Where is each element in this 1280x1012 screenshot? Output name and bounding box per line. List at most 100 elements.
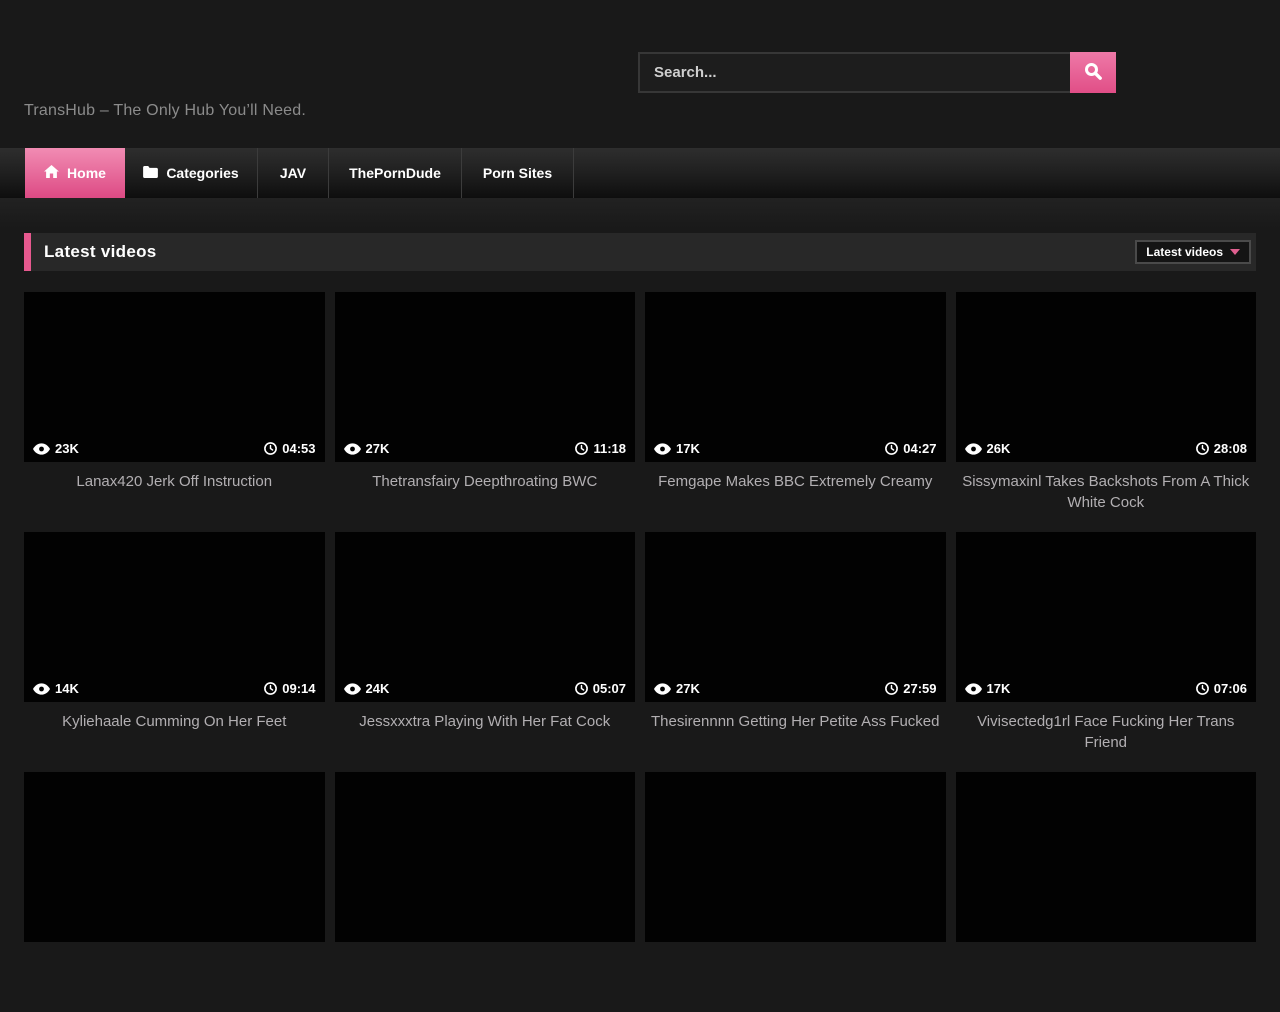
video-stats: 17K 04:27 xyxy=(654,441,937,456)
video-card[interactable]: 24K 05:07 Jessxxxtra Playing With Her Fa… xyxy=(335,532,636,772)
video-stats: 27K 11:18 xyxy=(344,441,627,456)
clock-icon xyxy=(264,682,277,695)
clock-icon xyxy=(575,682,588,695)
video-card[interactable] xyxy=(956,772,1257,1012)
video-thumbnail[interactable] xyxy=(645,772,946,942)
video-card[interactable] xyxy=(335,772,636,1012)
views-count: 17K xyxy=(987,681,1011,696)
duration-stat: 07:06 xyxy=(1196,681,1247,696)
video-card[interactable]: 17K 07:06 Vivisectedg1rl Face Fucking He… xyxy=(956,532,1257,772)
video-card[interactable]: 17K 04:27 Femgape Makes BBC Extremely Cr… xyxy=(645,292,946,532)
video-thumbnail[interactable]: 23K 04:53 xyxy=(24,292,325,462)
video-thumbnail[interactable]: 14K 09:14 xyxy=(24,532,325,702)
home-icon xyxy=(44,165,59,181)
video-card[interactable]: 27K 27:59 Thesirennnn Getting Her Petite… xyxy=(645,532,946,772)
search-button[interactable] xyxy=(1070,52,1116,93)
duration-stat: 05:07 xyxy=(575,681,626,696)
views-stat: 23K xyxy=(33,441,79,456)
video-title[interactable]: Sissymaxinl Takes Backshots From A Thick… xyxy=(956,471,1257,513)
clock-icon xyxy=(1196,682,1209,695)
video-title[interactable]: Kyliehaale Cumming On Her Feet xyxy=(24,711,325,732)
duration-stat: 28:08 xyxy=(1196,441,1247,456)
video-card[interactable]: 27K 11:18 Thetransfairy Deepthroating BW… xyxy=(335,292,636,532)
search-bar xyxy=(638,52,1116,93)
nav-item-label: JAV xyxy=(280,165,306,181)
video-thumbnail[interactable]: 24K 05:07 xyxy=(335,532,636,702)
video-thumbnail[interactable]: 26K 28:08 xyxy=(956,292,1257,462)
video-thumbnail[interactable] xyxy=(24,772,325,942)
duration-stat: 09:14 xyxy=(264,681,315,696)
nav-item-label: Porn Sites xyxy=(483,165,552,181)
nav-shadow xyxy=(0,198,1280,228)
video-title[interactable]: Thesirennnn Getting Her Petite Ass Fucke… xyxy=(645,711,946,732)
video-title[interactable]: Jessxxxtra Playing With Her Fat Cock xyxy=(335,711,636,732)
video-thumbnail[interactable] xyxy=(956,772,1257,942)
eye-icon xyxy=(33,443,50,455)
section-accent-bar xyxy=(24,233,31,271)
site-tagline: TransHub – The Only Hub You’ll Need. xyxy=(24,102,306,120)
nav-item-porn-sites[interactable]: Porn Sites xyxy=(462,148,574,198)
video-stats: 14K 09:14 xyxy=(33,681,316,696)
duration-text: 11:18 xyxy=(593,441,626,456)
section-title: Latest videos xyxy=(44,242,157,262)
views-count: 23K xyxy=(55,441,79,456)
duration-text: 04:27 xyxy=(903,441,936,456)
clock-icon xyxy=(885,682,898,695)
folder-icon xyxy=(143,165,158,181)
section-header: Latest videos Latest videos xyxy=(24,233,1256,271)
views-count: 26K xyxy=(987,441,1011,456)
main-content: Latest videos Latest videos 23K 04:53 xyxy=(0,233,1280,1012)
views-stat: 26K xyxy=(965,441,1011,456)
video-title[interactable]: Femgape Makes BBC Extremely Creamy xyxy=(645,471,946,492)
video-card[interactable] xyxy=(24,772,325,1012)
video-thumbnail[interactable]: 27K 11:18 xyxy=(335,292,636,462)
duration-text: 28:08 xyxy=(1214,441,1247,456)
search-input[interactable] xyxy=(638,52,1070,93)
nav-item-home[interactable]: Home xyxy=(25,148,125,198)
video-title[interactable]: Thetransfairy Deepthroating BWC xyxy=(335,471,636,492)
video-thumbnail[interactable]: 27K 27:59 xyxy=(645,532,946,702)
nav-item-theporndude[interactable]: ThePornDude xyxy=(329,148,462,198)
video-thumbnail[interactable] xyxy=(335,772,636,942)
video-card[interactable]: 14K 09:14 Kyliehaale Cumming On Her Feet xyxy=(24,532,325,772)
main-nav: Home Categories JAV ThePornDude Porn Sit… xyxy=(0,148,1280,198)
clock-icon xyxy=(885,442,898,455)
views-count: 24K xyxy=(366,681,390,696)
video-card[interactable]: 23K 04:53 Lanax420 Jerk Off Instruction xyxy=(24,292,325,532)
video-card[interactable]: 26K 28:08 Sissymaxinl Takes Backshots Fr… xyxy=(956,292,1257,532)
views-count: 27K xyxy=(676,681,700,696)
sort-dropdown-label: Latest videos xyxy=(1146,245,1223,259)
nav-item-categories[interactable]: Categories xyxy=(125,148,258,198)
duration-stat: 04:53 xyxy=(264,441,315,456)
duration-stat: 11:18 xyxy=(575,441,626,456)
duration-text: 05:07 xyxy=(593,681,626,696)
sort-dropdown-button[interactable]: Latest videos xyxy=(1135,240,1251,264)
clock-icon xyxy=(264,442,277,455)
video-title[interactable]: Lanax420 Jerk Off Instruction xyxy=(24,471,325,492)
views-stat: 14K xyxy=(33,681,79,696)
duration-stat: 27:59 xyxy=(885,681,936,696)
views-count: 17K xyxy=(676,441,700,456)
views-stat: 17K xyxy=(965,681,1011,696)
eye-icon xyxy=(654,443,671,455)
video-stats: 27K 27:59 xyxy=(654,681,937,696)
site-header: TransHub – The Only Hub You’ll Need. xyxy=(0,0,1280,148)
nav-item-label: Home xyxy=(67,165,106,181)
views-count: 27K xyxy=(366,441,390,456)
video-thumbnail[interactable]: 17K 04:27 xyxy=(645,292,946,462)
views-count: 14K xyxy=(55,681,79,696)
video-thumbnail[interactable]: 17K 07:06 xyxy=(956,532,1257,702)
eye-icon xyxy=(344,443,361,455)
eye-icon xyxy=(344,683,361,695)
video-stats: 23K 04:53 xyxy=(33,441,316,456)
duration-text: 07:06 xyxy=(1214,681,1247,696)
views-stat: 27K xyxy=(654,681,700,696)
duration-stat: 04:27 xyxy=(885,441,936,456)
video-card[interactable] xyxy=(645,772,946,1012)
video-title[interactable]: Vivisectedg1rl Face Fucking Her Trans Fr… xyxy=(956,711,1257,753)
clock-icon xyxy=(1196,442,1209,455)
nav-item-jav[interactable]: JAV xyxy=(258,148,329,198)
views-stat: 17K xyxy=(654,441,700,456)
views-stat: 24K xyxy=(344,681,390,696)
duration-text: 09:14 xyxy=(282,681,315,696)
